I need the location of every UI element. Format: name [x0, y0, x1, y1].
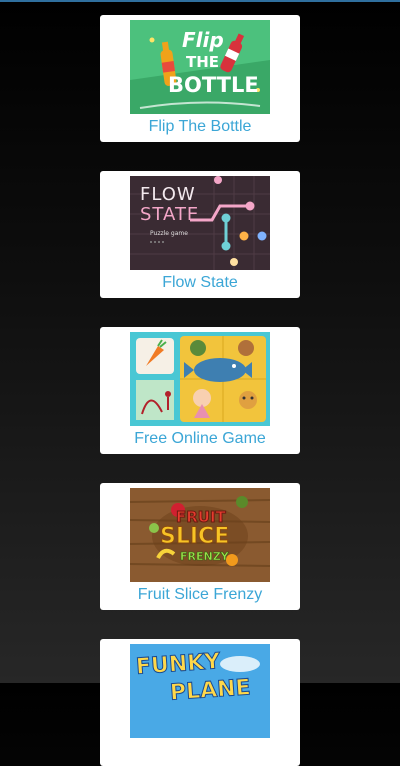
game-card-flip-the-bottle[interactable]: Flip THE BOTTLE Flip The Bottle	[100, 15, 300, 142]
logo-line: FLOW	[140, 184, 196, 205]
logo-subtitle: Puzzle game	[150, 230, 188, 237]
top-accent-line	[0, 0, 400, 2]
game-card-fruit-slice-frenzy[interactable]: FRUIT SLICE FRENZY Fruit Slice Frenzy	[100, 483, 300, 610]
logo-line: STATE	[140, 204, 200, 225]
game-thumbnail: Flip THE BOTTLE	[130, 20, 270, 114]
logo-line: Flip	[182, 28, 224, 52]
game-title[interactable]: Fruit Slice Frenzy	[100, 585, 300, 605]
game-title[interactable]: Flow State	[100, 273, 300, 293]
game-card-free-online-game[interactable]: Free Online Game	[100, 327, 300, 454]
logo-line: FRENZY	[180, 550, 229, 564]
logo-line: SLICE	[159, 524, 230, 550]
game-card-funky-plane[interactable]: FUNKY PLANE	[100, 639, 300, 766]
game-title[interactable]: Free Online Game	[100, 429, 300, 449]
game-thumbnail	[130, 332, 270, 426]
game-thumbnail: FRUIT SLICE FRENZY	[130, 488, 270, 582]
game-thumbnail: FLOW STATE Puzzle game	[130, 176, 270, 270]
logo-line: THE	[186, 53, 220, 71]
game-thumbnail: FUNKY PLANE	[130, 644, 270, 738]
game-card-flow-state[interactable]: FLOW STATE Puzzle game Flow State	[100, 171, 300, 298]
free-online-game-collage	[130, 332, 270, 426]
game-title[interactable]: Flip The Bottle	[100, 117, 300, 137]
logo-line: BOTTLE	[168, 73, 259, 97]
